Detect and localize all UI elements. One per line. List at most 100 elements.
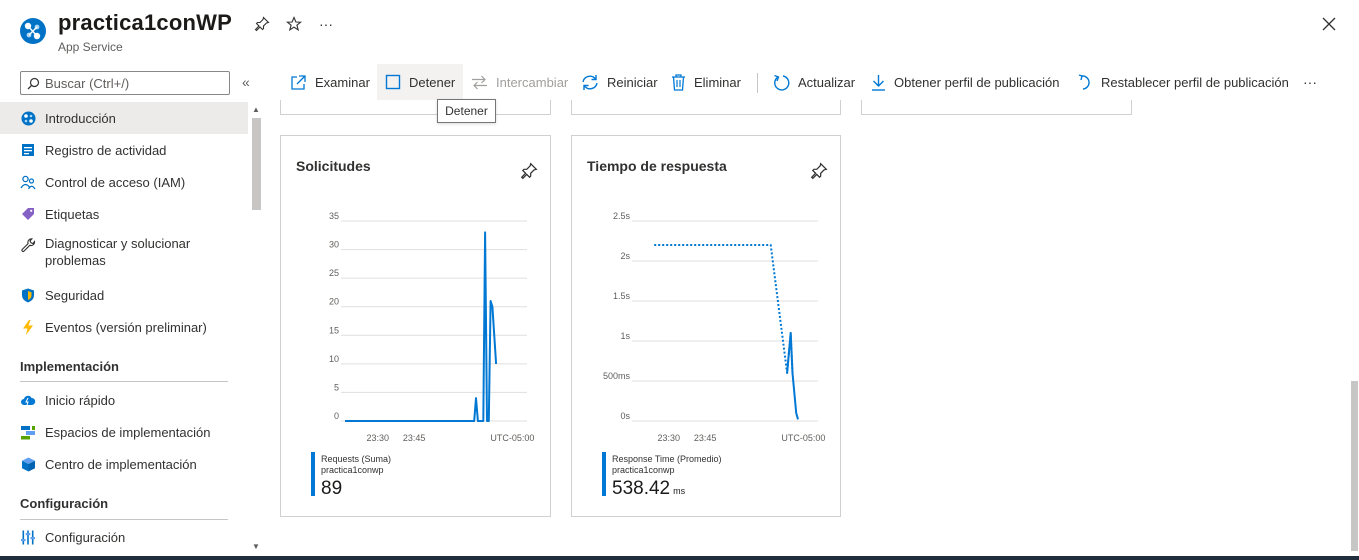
series-line xyxy=(654,244,794,374)
cloud-icon xyxy=(20,392,36,408)
y-tick-label: 5 xyxy=(334,382,339,392)
sidebar-item-eventos[interactable]: Eventos (versión preliminar) xyxy=(0,311,248,343)
y-tick-label: 2s xyxy=(620,251,630,261)
y-tick-label: 500ms xyxy=(603,371,631,381)
section-divider xyxy=(20,381,228,382)
sidebar-item-etiquetas[interactable]: Etiquetas xyxy=(0,198,248,230)
x-tick-label: UTC-05:00 xyxy=(490,433,534,443)
sidebar-item-inicio-rapido[interactable]: Inicio rápido xyxy=(0,384,248,416)
legend-resource-name: practica1conwp xyxy=(321,465,384,475)
shield-icon xyxy=(20,287,36,303)
more-commands-button[interactable]: ··· xyxy=(1303,64,1317,100)
x-tick-label: 23:30 xyxy=(657,433,680,443)
browse-button[interactable]: Examinar xyxy=(290,64,370,100)
x-tick-label: 23:30 xyxy=(366,433,389,443)
restart-button[interactable]: Reiniciar xyxy=(581,64,658,100)
swap-label: Intercambiar xyxy=(496,74,569,90)
more-icon[interactable]: ··· xyxy=(316,14,336,34)
sidebar-item-label: Espacios de implementación xyxy=(45,424,211,440)
taskbar-edge xyxy=(0,556,1359,560)
close-icon[interactable] xyxy=(1319,14,1339,34)
sidebar-scrollbar[interactable]: ▲ ▼ xyxy=(249,102,264,560)
star-icon[interactable] xyxy=(284,14,304,34)
section-heading-configuracion: Configuración xyxy=(20,496,109,511)
toolbar-divider xyxy=(757,73,758,93)
y-tick-label: 25 xyxy=(329,268,339,278)
slots-icon xyxy=(20,424,36,440)
x-tick-label: UTC-05:00 xyxy=(781,433,825,443)
legend-color-bar xyxy=(311,452,315,496)
legend-value-unit: ms xyxy=(673,486,686,496)
search-input[interactable] xyxy=(45,74,225,92)
y-tick-label: 10 xyxy=(329,354,339,364)
y-tick-label: 35 xyxy=(329,211,339,221)
requests-card[interactable]: Solicitudes 35 30 25 20 15 10 5 0 23:30 23:45 UTC-… xyxy=(280,135,551,517)
pin-icon[interactable] xyxy=(520,162,538,180)
y-tick-label: 2.5s xyxy=(613,211,631,221)
search-box[interactable] xyxy=(20,71,230,95)
pin-icon[interactable] xyxy=(252,14,272,34)
y-tick-label: 30 xyxy=(329,240,339,250)
y-tick-label: 20 xyxy=(329,297,339,307)
page-scroll-thumb[interactable] xyxy=(1351,381,1358,551)
wrench-icon xyxy=(20,237,36,253)
command-bar: Examinar Detener Intercambiar Reiniciar … xyxy=(280,62,1359,102)
get-publish-profile-button[interactable]: Obtener perfil de publicación xyxy=(871,64,1060,100)
stop-icon xyxy=(385,74,401,90)
x-tick-label: 23:45 xyxy=(694,433,717,443)
sidebar-item-espacios[interactable]: Espacios de implementación xyxy=(0,416,248,448)
x-tick-label: 23:45 xyxy=(403,433,426,443)
sidebar-item-centro[interactable]: Centro de implementación xyxy=(0,448,248,480)
card-partial xyxy=(280,100,551,115)
collapse-sidebar-button[interactable]: « xyxy=(242,74,250,90)
section-divider xyxy=(20,519,228,520)
sidebar: « Introducción Registro de actividad Con… xyxy=(0,62,264,560)
sidebar-item-label: Centro de implementación xyxy=(45,456,197,472)
sidebar-item-label: Control de acceso (IAM) xyxy=(45,174,186,190)
sidebar-item-introduccion[interactable]: Introducción xyxy=(0,102,248,134)
section-heading-implementacion: Implementación xyxy=(20,359,119,374)
reset-publish-profile-button[interactable]: Restablecer perfil de publicación xyxy=(1078,64,1289,100)
reset-icon xyxy=(1078,73,1090,90)
sidebar-item-label: Diagnosticar y solucionar problemas xyxy=(45,236,191,268)
restart-icon xyxy=(582,74,598,90)
legend-color-bar xyxy=(602,452,606,496)
app-service-icon xyxy=(20,18,46,44)
sidebar-item-iam[interactable]: Control de acceso (IAM) xyxy=(0,166,248,198)
page-subtitle: App Service xyxy=(58,40,123,54)
sidebar-item-label: Inicio rápido xyxy=(45,392,116,408)
sidebar-item-label: Configuración xyxy=(45,529,126,545)
page-header: practica1conWP App Service ··· xyxy=(0,0,1359,62)
legend-value: 538.42 ms xyxy=(612,478,685,500)
sidebar-item-seguridad[interactable]: Seguridad xyxy=(0,279,248,311)
stop-button[interactable]: Detener xyxy=(377,64,463,100)
card-title: Tiempo de respuesta xyxy=(587,158,727,174)
card-partial xyxy=(861,100,1132,115)
page-title: practica1conWP xyxy=(58,10,232,35)
delete-button[interactable]: Eliminar xyxy=(671,64,741,100)
delete-label: Eliminar xyxy=(694,74,741,90)
cube-icon xyxy=(20,456,36,472)
sidebar-scroll-thumb[interactable] xyxy=(252,118,261,210)
swap-icon xyxy=(472,75,487,89)
refresh-button[interactable]: Actualizar xyxy=(773,64,855,100)
y-tick-label: 0s xyxy=(620,411,630,421)
response-time-card[interactable]: Tiempo de respuesta 2.5s 2s 1.5s 1s 500ms 0s 2… xyxy=(571,135,841,517)
swap-button[interactable]: Intercambiar xyxy=(471,64,568,100)
legend-metric-name: Response Time (Promedio) xyxy=(612,454,722,464)
legend-value-number: 89 xyxy=(321,478,343,499)
browse-icon xyxy=(291,74,306,90)
scroll-down-arrow-icon[interactable]: ▼ xyxy=(252,542,260,551)
sidebar-item-diagnosticar[interactable]: Diagnosticar y solucionar problemas xyxy=(0,230,248,276)
sidebar-item-configuracion[interactable]: Configuración xyxy=(0,521,248,553)
scroll-up-arrow-icon[interactable]: ▲ xyxy=(252,105,260,114)
page-scrollbar[interactable] xyxy=(1349,101,1359,552)
iam-icon xyxy=(20,174,36,190)
search-icon xyxy=(27,77,40,90)
sidebar-item-registro-actividad[interactable]: Registro de actividad xyxy=(0,134,248,166)
pin-icon[interactable] xyxy=(810,162,828,180)
response-time-chart: 2.5s 2s 1.5s 1s 500ms 0s 23:30 23:45 UTC-05:00 xyxy=(603,211,825,443)
sidebar-item-label: Introducción xyxy=(45,110,116,126)
activity-log-icon xyxy=(20,142,36,158)
download-icon xyxy=(872,74,885,91)
